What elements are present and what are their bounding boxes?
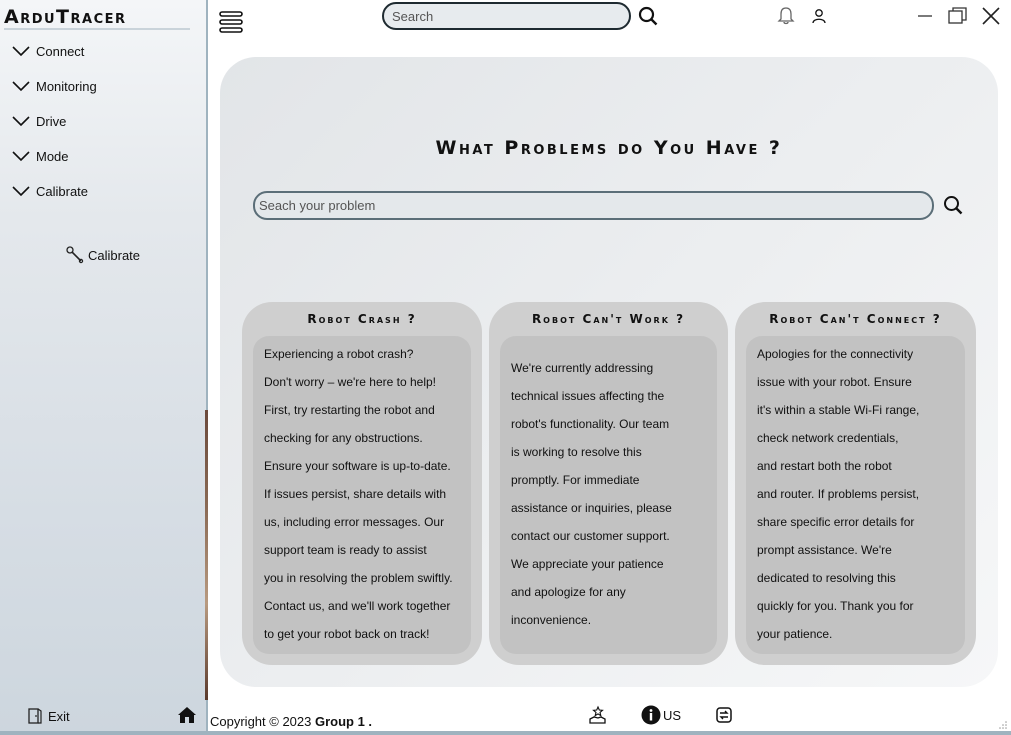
card-line: check network credentials, bbox=[757, 431, 899, 445]
card-line: support team is ready to assist bbox=[264, 543, 427, 557]
problem-card-cant-work: Robot Can't Work ? We're currently addre… bbox=[489, 302, 728, 665]
maximize-icon[interactable] bbox=[947, 6, 969, 26]
sidebar-item-label: Drive bbox=[36, 113, 67, 129]
sidebar: ArduTracer Connect Monitoring Drive Mode… bbox=[0, 0, 208, 735]
about-us-label: US bbox=[663, 707, 682, 723]
problem-card-crash: Robot Crash ? Experiencing a robot crash… bbox=[242, 302, 482, 665]
card-line: inconvenience. bbox=[511, 613, 592, 627]
card-line: and apologize for any bbox=[511, 585, 626, 599]
card-line: is working to resolve this bbox=[511, 445, 642, 459]
card-line: Apologies for the connectivity bbox=[757, 347, 914, 361]
resize-grip-icon[interactable] bbox=[998, 720, 1008, 730]
card-line: it's within a stable Wi-Fi range, bbox=[757, 403, 920, 417]
card-text: Apologies for the connectivity issue wit… bbox=[757, 340, 919, 648]
card-line: checking for any obstructions. bbox=[264, 431, 423, 445]
chevron-down-icon bbox=[12, 116, 30, 127]
swap-icon[interactable] bbox=[715, 706, 733, 724]
exit-button-label: Exit bbox=[48, 708, 70, 724]
card-line: issue with your robot. Ensure bbox=[757, 375, 912, 389]
sidebar-item-mode[interactable]: Mode bbox=[12, 145, 69, 167]
problem-search-input[interactable] bbox=[253, 191, 934, 220]
card-line: robot's functionality. Our team bbox=[511, 417, 670, 431]
card-body: We're currently addressing technical iss… bbox=[500, 336, 717, 654]
card-line: you in resolving the problem swiftly. bbox=[264, 571, 453, 585]
page-title: What Problems do You Have ? bbox=[435, 137, 783, 159]
search-icon[interactable] bbox=[638, 6, 658, 26]
card-line: share specific error details for bbox=[757, 515, 915, 529]
card-line: assistance or inquiries, please bbox=[511, 501, 672, 515]
chevron-down-icon bbox=[12, 151, 30, 162]
app-title: ArduTracer bbox=[4, 6, 190, 30]
minimize-icon[interactable] bbox=[916, 6, 934, 26]
chevron-down-icon bbox=[12, 46, 30, 57]
exit-button[interactable]: Exit bbox=[26, 706, 70, 726]
sidebar-item-label: Monitoring bbox=[36, 78, 97, 94]
card-line: technical issues affecting the bbox=[511, 389, 665, 403]
sidebar-item-drive[interactable]: Drive bbox=[12, 110, 66, 132]
card-line: We're currently addressing bbox=[511, 361, 654, 375]
chevron-down-icon bbox=[12, 186, 30, 197]
sidebar-item-label: Mode bbox=[36, 148, 69, 164]
card-line: dedicated to resolving this bbox=[757, 571, 896, 585]
card-body: Experiencing a robot crash? Don't worry … bbox=[253, 336, 471, 654]
card-line: contact our customer support. bbox=[511, 529, 670, 543]
card-line: Ensure your software is up-to-date. bbox=[264, 459, 451, 473]
chevron-down-icon bbox=[12, 81, 30, 92]
card-title: Robot Crash ? bbox=[307, 312, 417, 326]
card-text: We're currently addressing technical iss… bbox=[511, 354, 672, 634]
card-title: Robot Can't Connect ? bbox=[769, 312, 942, 326]
menu-icon[interactable] bbox=[219, 10, 243, 34]
card-line: promptly. For immediate bbox=[511, 473, 640, 487]
card-line: and router. If problems persist, bbox=[757, 487, 920, 501]
copyright-text: Copyright © 2023 Group 1 . bbox=[210, 714, 372, 729]
sidebar-item-connect[interactable]: Connect bbox=[12, 40, 84, 62]
bell-icon[interactable] bbox=[776, 6, 796, 26]
card-line: First, try restarting the robot and bbox=[264, 403, 435, 417]
sidebar-item-monitoring[interactable]: Monitoring bbox=[12, 75, 97, 97]
card-body: Apologies for the connectivity issue wit… bbox=[746, 336, 965, 654]
card-title: Robot Can't Work ? bbox=[531, 312, 686, 326]
donate-icon[interactable] bbox=[588, 705, 608, 725]
card-text: Experiencing a robot crash? Don't worry … bbox=[264, 340, 453, 648]
card-line: us, including error messages. Our bbox=[264, 515, 445, 529]
copyright-group: Group 1 . bbox=[314, 714, 373, 729]
user-icon[interactable] bbox=[810, 7, 828, 25]
card-line: quickly for you. Thank you for bbox=[757, 599, 914, 613]
about-us-button[interactable]: US bbox=[641, 705, 681, 725]
sidebar-item-calibrate[interactable]: Calibrate bbox=[12, 180, 88, 202]
sidebar-edge-image bbox=[205, 410, 208, 700]
home-icon[interactable] bbox=[177, 705, 197, 725]
card-line: Don't worry – we're here to help! bbox=[264, 375, 436, 389]
problem-card-cant-connect: Robot Can't Connect ? Apologies for the … bbox=[735, 302, 976, 665]
card-line: prompt assistance. We're bbox=[757, 543, 892, 557]
close-icon[interactable] bbox=[981, 6, 1001, 26]
card-line: Experiencing a robot crash? bbox=[264, 347, 414, 361]
search-icon[interactable] bbox=[942, 194, 964, 216]
help-panel: What Problems do You Have ? Robot Crash … bbox=[220, 57, 998, 687]
exit-door-icon bbox=[28, 708, 42, 724]
copyright-prefix: Copyright © 2023 bbox=[210, 714, 315, 729]
card-line: We appreciate your patience bbox=[511, 557, 664, 571]
sidebar-item-label: Connect bbox=[36, 43, 85, 59]
card-line: to get your robot back on track! bbox=[264, 627, 430, 641]
calibrate-button[interactable]: Calibrate bbox=[66, 245, 140, 265]
card-line: Contact us, and we'll work together bbox=[264, 599, 451, 613]
calibrate-button-label: Calibrate bbox=[88, 247, 141, 263]
card-line: your patience. bbox=[757, 627, 833, 641]
search-input[interactable] bbox=[382, 2, 631, 30]
bottom-border bbox=[0, 731, 1011, 735]
card-line: If issues persist, share details with bbox=[264, 487, 447, 501]
info-icon bbox=[641, 705, 661, 725]
sidebar-item-label: Calibrate bbox=[36, 183, 89, 199]
card-line: and restart both the robot bbox=[757, 459, 892, 473]
wrench-icon bbox=[66, 246, 84, 264]
